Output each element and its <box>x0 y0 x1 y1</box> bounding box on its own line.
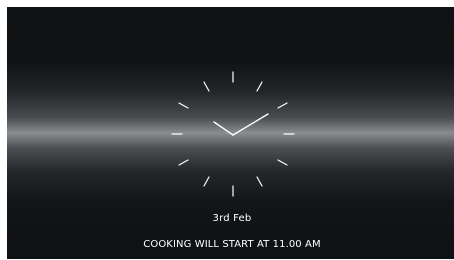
tick-2 <box>277 102 288 109</box>
tick-5 <box>256 176 263 187</box>
tick-7 <box>203 176 210 187</box>
tick-1 <box>256 81 263 92</box>
tick-11 <box>203 81 210 92</box>
minute-hand <box>232 113 269 136</box>
oven-display: 3rd Feb COOKING WILL START AT 11.00 AM <box>7 7 454 259</box>
tick-8 <box>178 159 189 166</box>
hour-hand <box>213 121 234 136</box>
tick-4 <box>277 159 288 166</box>
tick-10 <box>178 102 189 109</box>
status-message: COOKING WILL START AT 11.00 AM <box>143 239 321 250</box>
clock-tick-marks <box>171 71 295 197</box>
date-label: 3rd Feb <box>212 213 252 224</box>
